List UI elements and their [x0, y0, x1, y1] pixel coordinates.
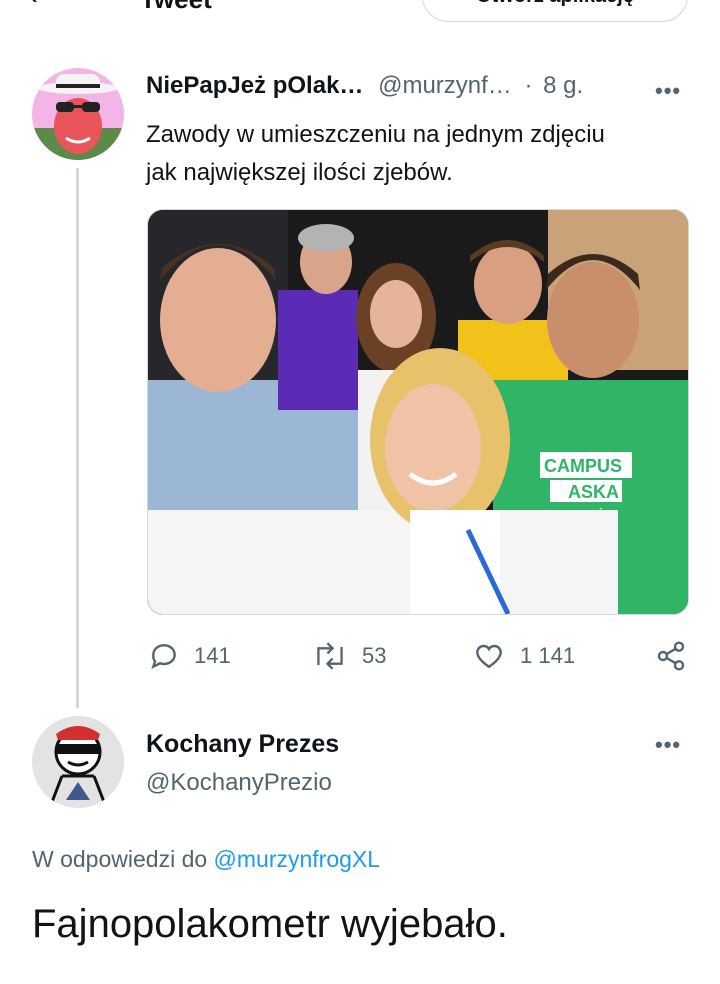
author-name[interactable]: NiePapJeż pOlak… [146, 72, 363, 99]
reply-count: 141 [194, 643, 231, 668]
author-avatar[interactable] [32, 68, 124, 160]
tweet-timestamp[interactable]: 8 g. [543, 72, 583, 99]
tweet-photo[interactable]: CAMPUS ASKA OŚCI [147, 209, 689, 615]
retweet-action[interactable]: 53 [312, 640, 386, 672]
like-action[interactable]: 1 141 [472, 640, 575, 672]
page-title: Tweet [140, 0, 212, 15]
tweet-text-line: Zawody w umieszczeniu na jednym zdjęciu [146, 121, 605, 148]
tweet-text-line: jak największej ilości zjebów. [146, 159, 453, 186]
more-options-icon[interactable]: ••• [655, 78, 681, 104]
like-count: 1 141 [520, 643, 576, 668]
tweet-header: NiePapJeż pOlak… @murzynf… · 8 g. [146, 72, 583, 100]
reply-context: W odpowiedzi do @murzynfrogXL [32, 846, 380, 873]
share-icon [657, 641, 685, 671]
share-action[interactable] [654, 640, 702, 672]
like-icon [476, 644, 502, 669]
reply-to-handle-link[interactable]: @murzynfrogXL [214, 846, 381, 872]
reply-action[interactable]: 141 [148, 640, 231, 672]
retweet-icon [317, 642, 343, 670]
shirt-text: CAMPUS [544, 456, 622, 476]
back-arrow-icon[interactable]: ‹ [28, 0, 38, 12]
reply-icon [151, 644, 176, 670]
author-handle[interactable]: @murzynf… [378, 72, 512, 99]
separator-dot: · [524, 72, 533, 99]
tweet-text: Zawody w umieszczeniu na jednym zdjęciu … [146, 116, 686, 192]
shirt-text: ASKA [568, 482, 619, 502]
top-bar: ‹ Tweet Otwórz aplikację [0, 0, 720, 30]
retweet-count: 53 [362, 643, 387, 668]
thread-connector-line [76, 168, 79, 708]
reply-author-name[interactable]: Kochany Prezes [146, 730, 339, 759]
reply-text: Fajnopolakometr wyjebało. [32, 902, 508, 946]
reply-to-prefix: W odpowiedzi do [32, 846, 208, 872]
reply-author-avatar[interactable] [32, 716, 124, 808]
open-app-button[interactable]: Otwórz aplikację [422, 0, 688, 22]
reply-author-handle[interactable]: @KochanyPrezio [146, 769, 332, 797]
reply-more-options-icon[interactable]: ••• [655, 732, 681, 758]
